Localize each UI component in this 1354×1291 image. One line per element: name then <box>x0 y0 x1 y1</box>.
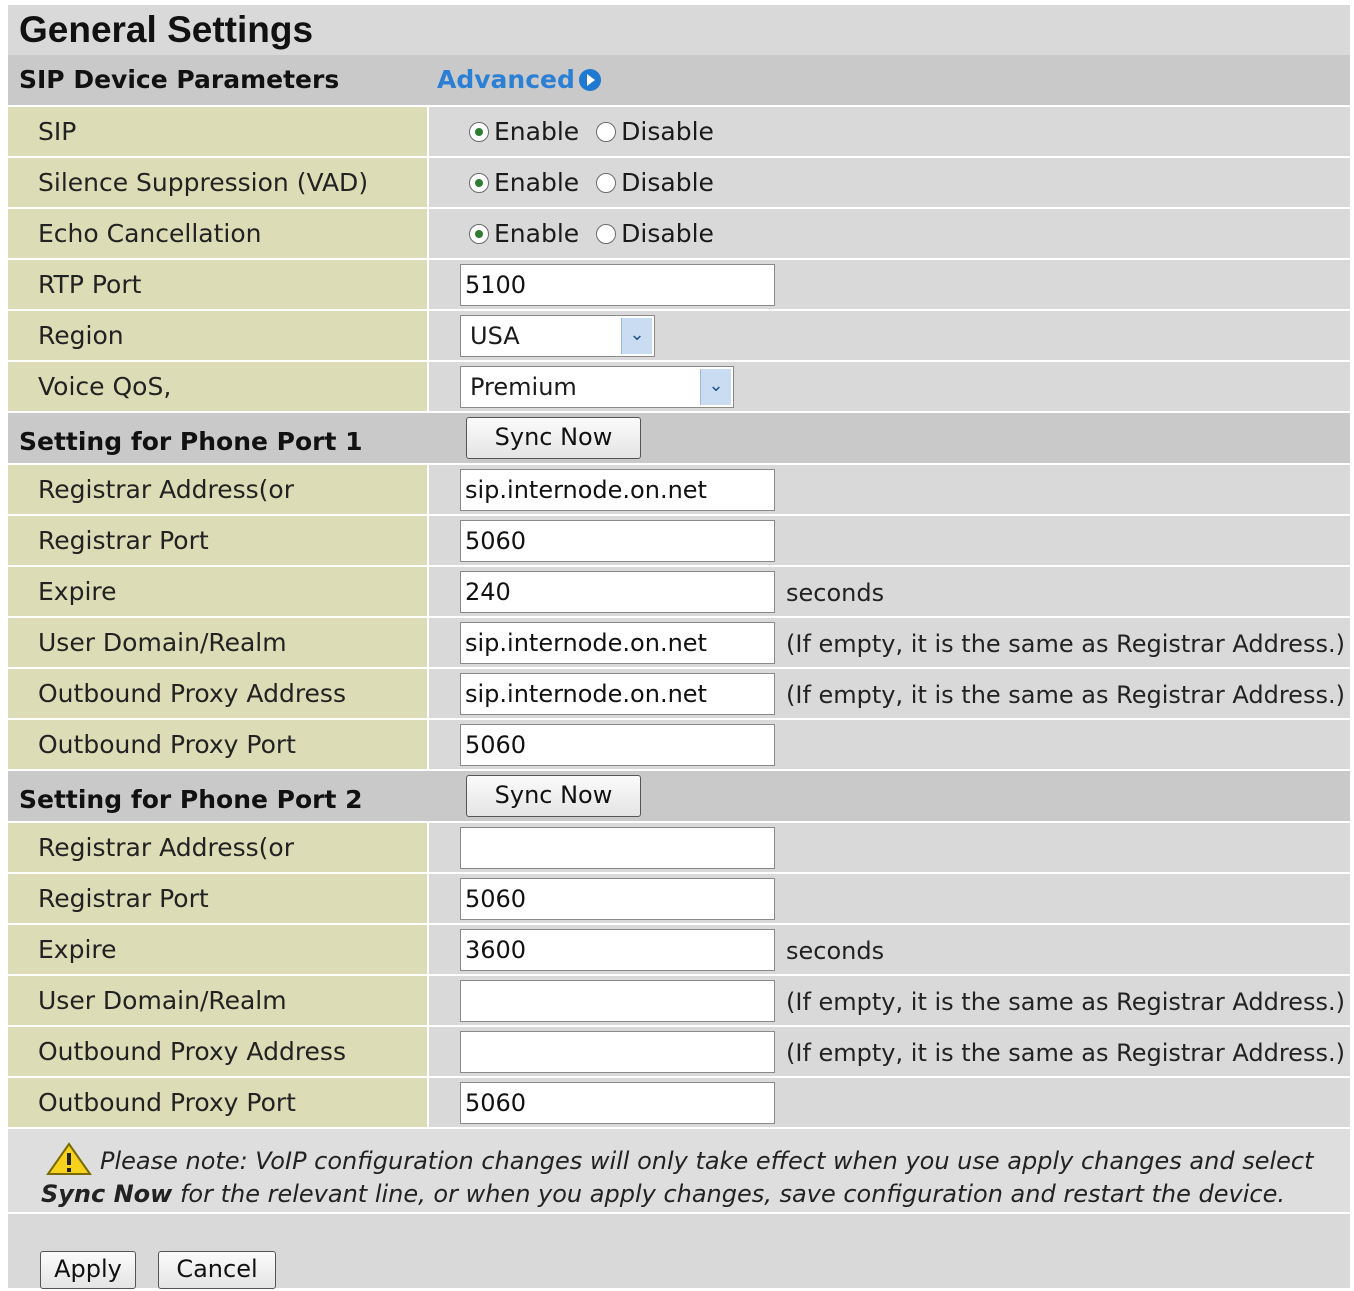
user-domain-label: User Domain/Realm <box>8 618 429 667</box>
phone-port-1-header: Setting for Phone Port 1 Sync Now <box>8 413 1350 465</box>
registrar-address-label: Registrar Address(or Hostname) <box>8 465 429 553</box>
registrar-address-label: Registrar Address(or Hostname) <box>8 823 429 911</box>
port1-expire-row: Expire seconds <box>8 567 1350 618</box>
vad-disable-label[interactable]: Disable <box>621 168 714 197</box>
section-label: Setting for Phone Port 2 <box>19 785 363 814</box>
outbound-proxy-address-hint: (If empty, it is the same as Registrar A… <box>786 681 1345 709</box>
sip-radio-group: Enable Disable <box>469 107 714 156</box>
port1-outbound-proxy-port-input[interactable] <box>460 724 775 766</box>
port2-registrar-address-input[interactable] <box>460 827 775 869</box>
user-domain-hint: (If empty, it is the same as Registrar A… <box>786 630 1345 658</box>
echo-cancellation-row: Echo Cancellation Enable Disable <box>8 209 1350 260</box>
outbound-proxy-port-label: Outbound Proxy Port <box>8 1078 429 1127</box>
region-row: Region USA ⌄ <box>8 311 1350 362</box>
port2-outbound-proxy-port-input[interactable] <box>460 1082 775 1124</box>
port2-user-domain-input[interactable] <box>460 980 775 1022</box>
port1-registrar-address-row: Registrar Address(or Hostname) <box>8 465 1350 553</box>
expire-unit: seconds <box>786 579 885 607</box>
port1-outbound-proxy-address-input[interactable] <box>460 673 775 715</box>
page-title: General Settings <box>8 5 1350 55</box>
note-line-2: Sync Now for the relevant line, or when … <box>41 1180 1285 1208</box>
rtp-port-label: RTP Port <box>8 260 429 309</box>
voip-note: Please note: VoIP configuration changes … <box>8 1129 1350 1214</box>
outbound-proxy-address-hint: (If empty, it is the same as Registrar A… <box>786 1039 1345 1067</box>
registrar-port-label: Registrar Port <box>8 874 429 923</box>
port1-outbound-proxy-address-row: Outbound Proxy Address (If empty, it is … <box>8 669 1350 720</box>
arrow-right-circle-icon[interactable] <box>578 68 601 91</box>
user-domain-hint: (If empty, it is the same as Registrar A… <box>786 988 1345 1016</box>
vad-label: Silence Suppression (VAD) <box>8 158 429 207</box>
region-select[interactable]: USA ⌄ <box>460 315 655 357</box>
expire-label: Expire <box>8 567 429 616</box>
echo-disable-label[interactable]: Disable <box>621 219 714 248</box>
port2-registrar-address-row: Registrar Address(or Hostname) <box>8 823 1350 911</box>
rtp-port-input[interactable] <box>460 264 775 306</box>
chevron-down-icon[interactable]: ⌄ <box>700 369 731 405</box>
section-label: SIP Device Parameters <box>19 65 340 94</box>
voice-qos-select[interactable]: Premium ⌄ <box>460 366 734 408</box>
phone-port-2-header: Setting for Phone Port 2 Sync Now <box>8 771 1350 823</box>
outbound-proxy-address-label: Outbound Proxy Address <box>8 669 429 718</box>
note-line-2-rest: for the relevant line, or when you apply… <box>172 1180 1285 1208</box>
sip-disable-label[interactable]: Disable <box>621 117 714 146</box>
port1-registrar-address-input[interactable] <box>460 469 775 511</box>
port1-expire-input[interactable] <box>460 571 775 613</box>
echo-enable-radio[interactable] <box>469 223 489 244</box>
outbound-proxy-port-label: Outbound Proxy Port <box>8 720 429 769</box>
apply-button[interactable]: Apply <box>40 1251 136 1289</box>
advanced-link-label[interactable]: Advanced <box>437 65 575 94</box>
registrar-port-label: Registrar Port <box>8 516 429 565</box>
echo-disable-radio[interactable] <box>596 223 617 244</box>
echo-radio-group: Enable Disable <box>469 209 714 258</box>
vad-row: Silence Suppression (VAD) Enable Disable <box>8 158 1350 209</box>
voice-qos-selected-value[interactable]: Premium <box>470 373 577 401</box>
vad-enable-label[interactable]: Enable <box>494 168 579 197</box>
echo-cancellation-label: Echo Cancellation <box>8 209 429 258</box>
port2-expire-input[interactable] <box>460 929 775 971</box>
sip-device-parameters-header: SIP Device Parameters Advanced <box>8 55 1350 107</box>
port2-user-domain-row: User Domain/Realm (If empty, it is the s… <box>8 976 1350 1027</box>
port1-user-domain-row: User Domain/Realm (If empty, it is the s… <box>8 618 1350 669</box>
port1-registrar-port-input[interactable] <box>460 520 775 562</box>
sip-enable-label[interactable]: Enable <box>494 117 579 146</box>
voice-qos-label: Voice QoS, <box>8 362 429 411</box>
note-sync-now-emphasis: Sync Now <box>41 1180 173 1208</box>
port2-outbound-proxy-port-row: Outbound Proxy Port <box>8 1078 1350 1129</box>
note-line-1: Please note: VoIP configuration changes … <box>100 1147 1314 1175</box>
vad-radio-group: Enable Disable <box>469 158 714 207</box>
port1-registrar-port-row: Registrar Port <box>8 516 1350 567</box>
chevron-down-icon[interactable]: ⌄ <box>621 318 652 354</box>
port1-outbound-proxy-port-row: Outbound Proxy Port <box>8 720 1350 771</box>
warning-triangle-icon <box>46 1142 92 1175</box>
port2-registrar-port-row: Registrar Port <box>8 874 1350 925</box>
region-label: Region <box>8 311 429 360</box>
sip-row: SIP Enable Disable <box>8 107 1350 158</box>
general-settings-panel: General Settings SIP Device Parameters A… <box>8 5 1350 1289</box>
voice-qos-row: Voice QoS, Premium ⌄ <box>8 362 1350 413</box>
expire-unit: seconds <box>786 937 885 965</box>
port2-outbound-proxy-address-input[interactable] <box>460 1031 775 1073</box>
port2-sync-now-button[interactable]: Sync Now <box>466 775 641 817</box>
section-label: Setting for Phone Port 1 <box>19 427 363 456</box>
sip-enable-radio[interactable] <box>469 121 489 142</box>
port1-sync-now-button[interactable]: Sync Now <box>466 417 641 459</box>
cancel-button[interactable]: Cancel <box>158 1251 276 1289</box>
advanced-link[interactable]: Advanced <box>437 65 601 94</box>
rtp-port-row: RTP Port <box>8 260 1350 311</box>
port1-user-domain-input[interactable] <box>460 622 775 664</box>
user-domain-label: User Domain/Realm <box>8 976 429 1025</box>
port2-outbound-proxy-address-row: Outbound Proxy Address (If empty, it is … <box>8 1027 1350 1078</box>
vad-disable-radio[interactable] <box>596 172 617 193</box>
sip-disable-radio[interactable] <box>596 121 617 142</box>
port2-expire-row: Expire seconds <box>8 925 1350 976</box>
sip-label: SIP <box>8 107 429 156</box>
form-actions: Apply Cancel <box>8 1214 1350 1289</box>
vad-enable-radio[interactable] <box>469 172 489 193</box>
expire-label: Expire <box>8 925 429 974</box>
region-selected-value[interactable]: USA <box>470 322 520 350</box>
port2-registrar-port-input[interactable] <box>460 878 775 920</box>
echo-enable-label[interactable]: Enable <box>494 219 579 248</box>
outbound-proxy-address-label: Outbound Proxy Address <box>8 1027 429 1076</box>
